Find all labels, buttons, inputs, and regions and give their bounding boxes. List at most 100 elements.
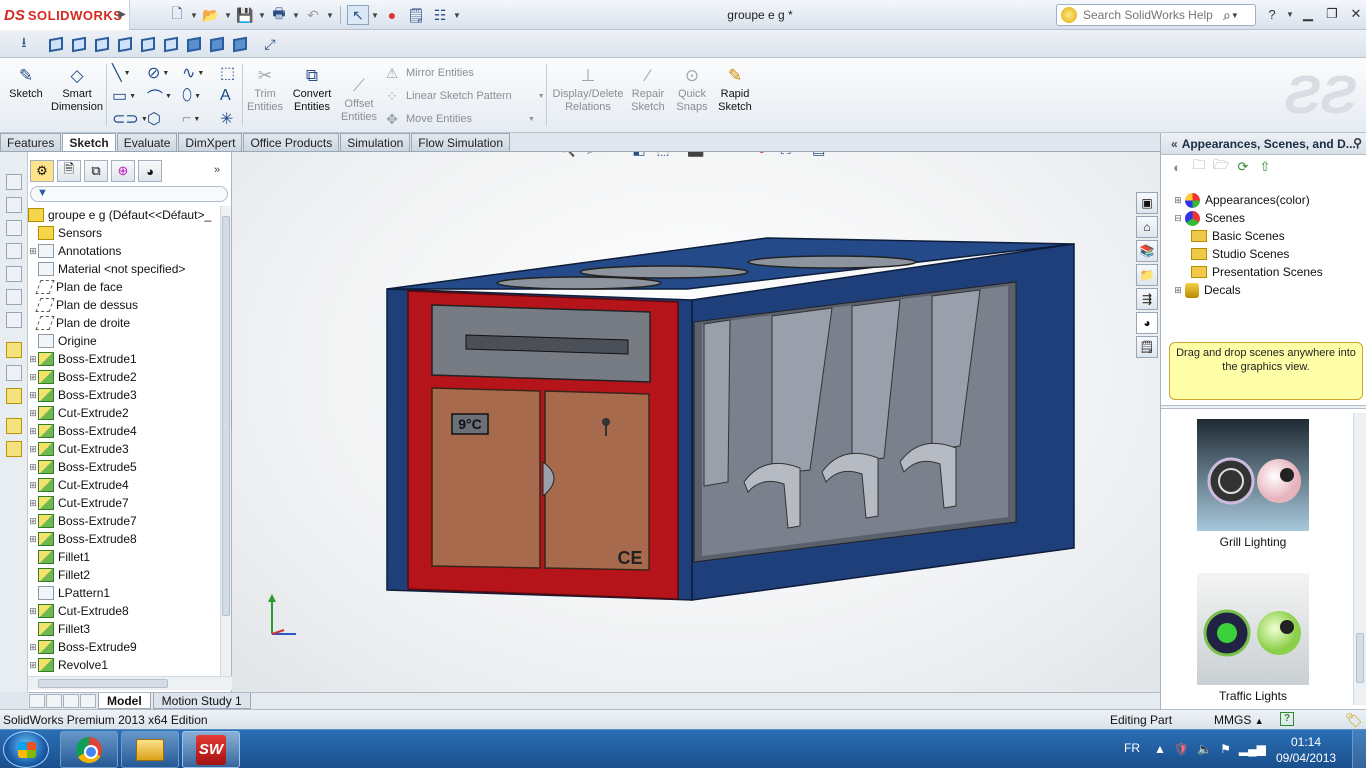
quick-help-icon[interactable]: ?	[1280, 712, 1294, 726]
show-desktop-button[interactable]	[1352, 730, 1366, 768]
tree-item[interactable]: ⊞ Cut-Extrude3	[28, 440, 220, 458]
shortcut-icon-6[interactable]	[6, 289, 22, 305]
tab-evaluate[interactable]: Evaluate	[116, 133, 178, 152]
move-entities-button[interactable]: ✥ Move Entities ▼	[384, 110, 535, 128]
line-tool[interactable]: ╲ ▼	[112, 64, 131, 82]
scroll-thumb[interactable]	[1356, 633, 1364, 683]
tree-studio-scenes[interactable]: Studio Scenes	[1173, 245, 1363, 263]
pattern-dropdown[interactable]: ▼	[538, 93, 545, 100]
graphics-area[interactable]: 9°C CE 🔍 ⌕ ↶ ◧ ⬚▼ ⬛▼ 👓▼ ◕ ⛶▼ ▤▼ ▫ ▫ _ ❐ …	[232, 152, 1160, 692]
mirror-entities-button[interactable]: ⚠ Mirror Entities	[384, 64, 474, 82]
hide-show-dropdown[interactable]: ▼	[740, 152, 747, 153]
sketch-fillet-tool[interactable]: ⬚	[220, 64, 235, 82]
linear-sketch-pattern-button[interactable]: ⁘ Linear Sketch Pattern ▼	[384, 87, 545, 105]
help-search-input[interactable]	[1083, 8, 1221, 22]
scene-dropdown[interactable]: ▼	[797, 152, 804, 153]
solidworks-menu-logo[interactable]: DS SOLIDWORKS ▶	[0, 0, 130, 30]
solidworks-taskbar-button[interactable]: SW	[182, 731, 240, 768]
expand-icon[interactable]: ⊞	[28, 354, 38, 365]
spline-tool[interactable]: ∿ ▼	[182, 64, 204, 82]
shortcut-icon-5[interactable]	[6, 266, 22, 282]
tab-flow-simulation[interactable]: Flow Simulation	[411, 133, 510, 152]
hide-show-items-icon[interactable]: 👓	[720, 152, 738, 158]
normal-to-icon[interactable]: ⤢	[260, 34, 280, 54]
design-library-tab-icon[interactable]: 📚	[1136, 240, 1158, 262]
tree-item[interactable]: Fillet1	[28, 548, 220, 566]
tree-appearances[interactable]: ⊞ Appearances(color)	[1173, 191, 1363, 209]
expand-icon[interactable]: ⊞	[28, 246, 38, 257]
minimize-button[interactable]: ▁	[1298, 5, 1318, 23]
tooltip-tag-icon[interactable]: 🏷	[1345, 712, 1363, 729]
tab-dimxpert[interactable]: DimXpert	[178, 133, 243, 152]
task-pane-scrollbar[interactable]	[1353, 413, 1366, 705]
open-dropdown[interactable]: ▼	[224, 11, 232, 20]
tree-item[interactable]: ⊞ Cut-Extrude7	[28, 494, 220, 512]
tree-item[interactable]: ⊞ Annotations	[28, 242, 220, 260]
tree-item[interactable]: Plan de droite	[28, 314, 220, 332]
save-icon[interactable]: 💾	[234, 5, 256, 25]
fillet-tool[interactable]: ⌐ ▼	[182, 110, 200, 128]
task-pane-splitter[interactable]	[1161, 405, 1366, 409]
shortcut-icon-12[interactable]	[6, 441, 22, 457]
trim-entities-button[interactable]: ✂ Trim Entities	[244, 64, 286, 114]
view-front-icon[interactable]	[46, 34, 66, 54]
display-style-icon[interactable]: ⬛	[687, 152, 705, 158]
collapse-chevron-icon[interactable]: «	[1171, 137, 1178, 151]
tree-item[interactable]: Origine	[28, 332, 220, 350]
view-palette-tab-icon[interactable]: ⇶	[1136, 288, 1158, 310]
tree-item[interactable]: ⊞ Revolve1	[28, 656, 220, 674]
tree-item[interactable]: Sensors	[28, 224, 220, 242]
tree-item[interactable]: Plan de face	[28, 278, 220, 296]
pin-icon[interactable]: ⚲	[1353, 136, 1362, 150]
configuration-manager-tab-icon[interactable]: ⧉	[84, 160, 108, 182]
collapse-icon[interactable]: ⊟	[1173, 213, 1183, 224]
move-dropdown[interactable]: ▼	[528, 116, 535, 123]
tree-item[interactable]: Material <not specified>	[28, 260, 220, 278]
expand-icon[interactable]: ⊞	[28, 390, 38, 401]
tab-motion-study[interactable]: Motion Study 1	[152, 693, 251, 709]
view-bottom-icon[interactable]	[161, 34, 181, 54]
ellipse-tool[interactable]: ⬯ ▼	[182, 87, 201, 105]
expand-icon[interactable]: ⊞	[28, 444, 38, 455]
chrome-taskbar-button[interactable]	[60, 731, 118, 768]
refresh-icon[interactable]: ⟳	[1235, 159, 1251, 175]
action-center-flag-icon[interactable]: ⚑	[1220, 742, 1231, 756]
print-icon[interactable]: 🖶	[268, 5, 290, 25]
help-dropdown[interactable]: ▼	[1286, 10, 1294, 19]
shortcut-icon-7[interactable]	[6, 312, 22, 328]
tree-item[interactable]: ⊞ Boss-Extrude1	[28, 350, 220, 368]
rebuild-traffic-light-icon[interactable]: ●	[381, 5, 403, 25]
shortcut-icon-8[interactable]	[6, 342, 22, 358]
expand-icon[interactable]: ⊞	[28, 372, 38, 383]
display-delete-relations-button[interactable]: ⊥ Display/Delete Relations	[552, 64, 624, 114]
language-indicator[interactable]: FR	[1124, 741, 1140, 755]
new-dropdown[interactable]: ▼	[190, 11, 198, 20]
insert-axis-icon[interactable]: ⭳	[14, 34, 34, 54]
network-signal-icon[interactable]: ▂▄▆	[1239, 742, 1266, 756]
custom-properties-tab-icon[interactable]: 🗒	[1136, 336, 1158, 358]
expand-icon[interactable]: ⊞	[28, 408, 38, 419]
shortcut-icon-10[interactable]	[6, 388, 22, 404]
tree-item[interactable]: ⊞ Boss-Extrude5	[28, 458, 220, 476]
expand-icon[interactable]: ⊞	[1173, 285, 1183, 296]
expand-icon[interactable]: ⊞	[28, 534, 38, 545]
home-tab-icon[interactable]: ⌂	[1136, 216, 1158, 238]
tree-scenes[interactable]: ⊟ Scenes	[1173, 209, 1363, 227]
tree-item[interactable]: ⊞ Boss-Extrude4	[28, 422, 220, 440]
tab-model[interactable]: Model	[98, 693, 151, 709]
repair-sketch-button[interactable]: ⁄ Repair Sketch	[628, 64, 668, 114]
polygon-tool[interactable]: ⬡	[147, 110, 161, 128]
display-style-dropdown[interactable]: ▼	[707, 152, 714, 153]
tab-features[interactable]: Features	[0, 133, 62, 152]
point-tool[interactable]: ✳	[220, 110, 233, 128]
orientation-dropdown[interactable]: ▼	[674, 152, 681, 153]
shortcut-icon-1[interactable]	[6, 174, 22, 190]
security-alert-icon[interactable]: 🛡	[1174, 742, 1189, 756]
expand-icon[interactable]: ⊞	[28, 516, 38, 527]
explorer-taskbar-button[interactable]	[121, 731, 179, 768]
next-tab-button[interactable]	[63, 694, 79, 708]
view-isometric-icon[interactable]	[184, 34, 204, 54]
tree-item[interactable]: ⊞ Boss-Extrude2	[28, 368, 220, 386]
show-hidden-icons-arrow-icon[interactable]: ▲	[1154, 742, 1166, 756]
text-tool[interactable]: A	[220, 87, 231, 105]
